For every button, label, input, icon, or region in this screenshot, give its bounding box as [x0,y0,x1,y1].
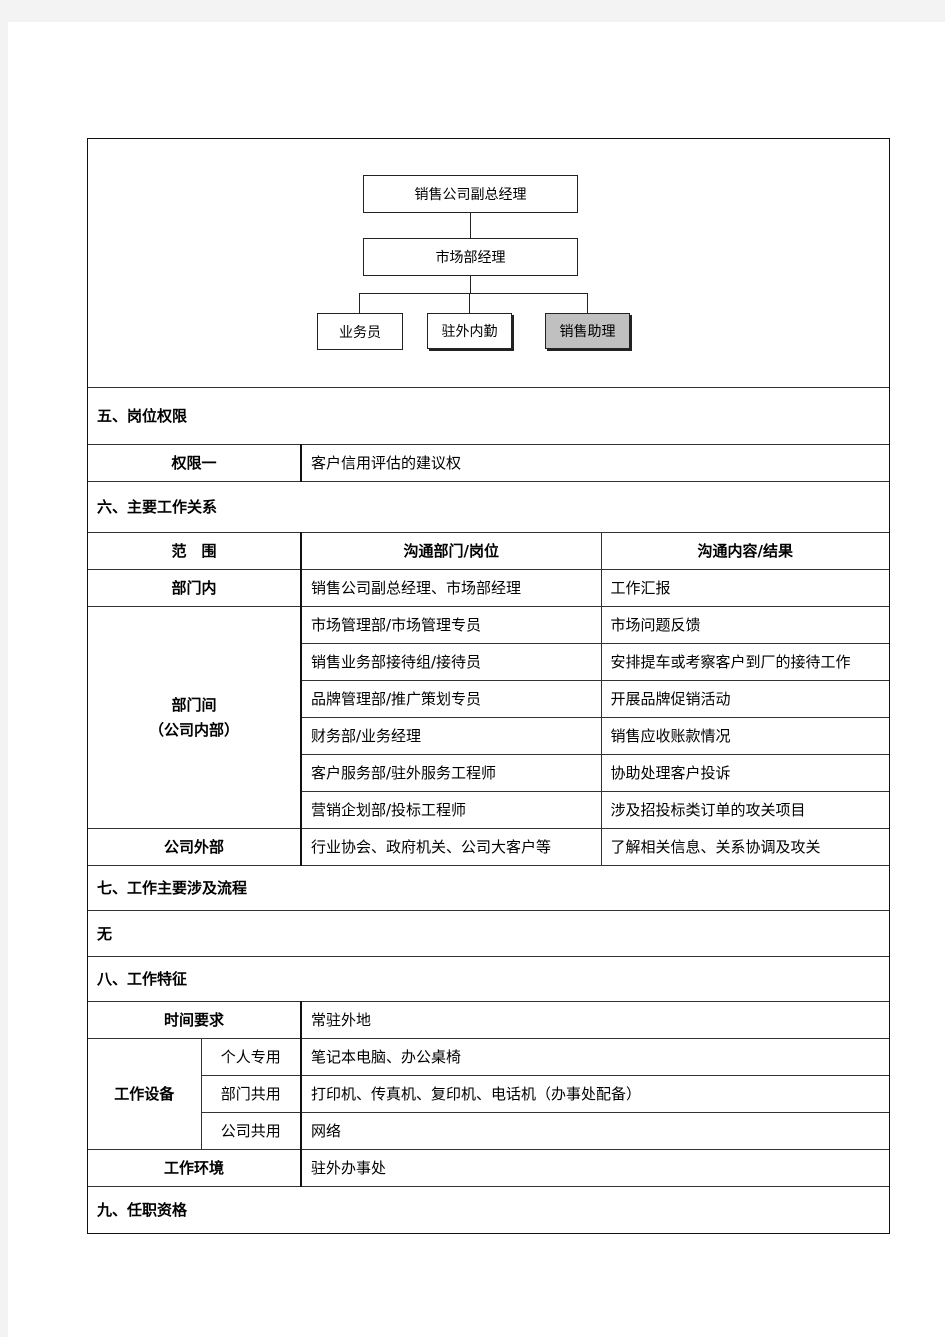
connector-line [359,293,360,313]
content-cell: 销售应收账款情况 [600,716,889,755]
org-box-vp: 销售公司副总经理 [363,175,578,213]
section-title-authority: 五、岗位权限 [88,386,889,445]
org-box-salesman: 业务员 [317,313,403,350]
content-cell: 工作汇报 [600,568,889,607]
scope-sublabel: （公司内部） [148,721,239,739]
section-title-qualifications: 九、任职资格 [88,1185,889,1233]
content-cell: 涉及招投标类订单的攻关项目 [600,790,889,829]
equipment-value: 打印机、传真机、复印机、电话机（办事处配备） [300,1074,889,1113]
table-row: 公司外部 行业协会、政府机关、公司大客户等 了解相关信息、关系协调及攻关 [88,827,889,866]
dept-cell: 市场管理部/市场管理专员 [300,605,602,644]
equipment-value: 笔记本电脑、办公桌椅 [300,1037,889,1076]
section-title-work-features: 八、工作特征 [88,955,889,1002]
content-cell: 了解相关信息、关系协调及攻关 [600,827,889,866]
connector-line [470,276,471,293]
header-scope: 范 围 [88,531,302,570]
equipment-type: 部门共用 [201,1074,302,1113]
job-description-table: 销售公司副总经理 市场部经理 业务员 驻外内勤 销售助理 五、岗位权限 权限一 … [87,138,890,1234]
connector-line [469,293,470,313]
org-box-field-clerk: 驻外内勤 [427,313,512,349]
org-label: 销售助理 [559,324,616,340]
connector-line [470,213,471,238]
table-row: 部门间 （公司内部） 市场管理部/市场管理专员 市场问题反馈 [88,605,889,829]
scope-inter-department: 部门间 （公司内部） [88,605,302,829]
org-label: 市场部经理 [435,250,506,266]
dept-cell: 客户服务部/驻外服务工程师 [301,753,602,792]
section-title-processes: 七、工作主要涉及流程 [88,864,889,911]
connector-line [359,293,588,294]
dept-cell: 行业协会、政府机关、公司大客户等 [300,827,602,866]
equipment-value: 网络 [300,1111,889,1150]
time-requirement-value: 常驻外地 [300,1000,889,1039]
table-row: 部门内 销售公司副总经理、市场部经理 工作汇报 [88,568,889,607]
document-page: 销售公司副总经理 市场部经理 业务员 驻外内勤 销售助理 五、岗位权限 权限一 … [8,22,945,1337]
scope-label: 部门间 [171,696,217,714]
content-cell: 安排提车或考察客户到厂的接待工作 [600,642,889,681]
dept-cell: 销售业务部接待组/接待员 [301,642,602,681]
org-label: 业务员 [339,324,381,341]
dept-cell: 销售公司副总经理、市场部经理 [300,568,602,607]
section-title-relations: 六、主要工作关系 [88,480,889,533]
processes-content: 无 [88,909,889,957]
dept-cell: 营销企划部/投标工程师 [301,790,602,829]
equipment-type: 公司共用 [201,1111,302,1150]
header-content: 沟通内容/结果 [600,531,889,570]
equipment-label: 工作设备 [88,1037,202,1150]
dept-cell: 品牌管理部/推广策划专员 [301,679,602,718]
header-department: 沟通部门/岗位 [300,531,602,570]
connector-line [587,293,588,313]
content-cell: 协助处理客户投诉 [600,753,889,792]
time-requirement-label: 时间要求 [88,1000,302,1039]
org-label: 销售公司副总经理 [414,187,527,203]
dept-cell: 财务部/业务经理 [301,716,602,755]
content-cell: 市场问题反馈 [600,605,889,644]
authority-value: 客户信用评估的建议权 [300,443,889,482]
scope-internal: 部门内 [88,568,302,607]
scope-external: 公司外部 [88,827,302,866]
authority-label: 权限一 [88,443,302,482]
org-label: 驻外内勤 [441,324,498,340]
org-box-manager: 市场部经理 [363,238,578,276]
content-cell: 开展品牌促销活动 [600,679,889,718]
work-environment-label: 工作环境 [88,1148,302,1187]
org-box-sales-assistant: 销售助理 [545,313,630,349]
org-chart: 销售公司副总经理 市场部经理 业务员 驻外内勤 销售助理 [88,139,889,388]
equipment-type: 个人专用 [200,1037,302,1076]
work-environment-value: 驻外办事处 [300,1148,889,1187]
